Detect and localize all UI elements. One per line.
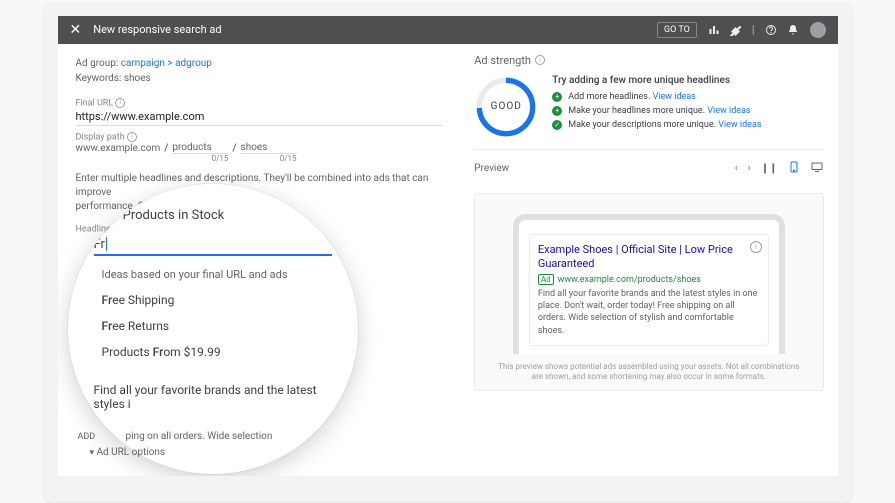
tip-row: + Add more headlines. View ideas xyxy=(552,92,761,102)
ad-description: Find all your favorite brands and the la… xyxy=(538,288,760,337)
idea-suggestion[interactable]: Free Shipping xyxy=(94,287,332,313)
preview-header: Preview ‹ › ❙❙ xyxy=(474,160,823,177)
strength-tips: Try adding a few more unique headlines +… xyxy=(552,75,761,134)
tools-icon[interactable] xyxy=(730,24,742,36)
ad-url-options-toggle[interactable]: ▾ Ad URL options xyxy=(90,447,166,458)
left-panel: Ad group: campaign > adgroup Keywords: s… xyxy=(58,44,461,476)
headline-3-input[interactable]: Fr xyxy=(94,237,332,256)
close-icon[interactable]: ✕ xyxy=(70,22,82,38)
info-icon[interactable]: i xyxy=(535,55,545,65)
view-ideas-link[interactable]: View ideas xyxy=(653,92,696,102)
adgroup-group-link[interactable]: adgroup xyxy=(175,58,212,69)
path2-input[interactable]: shoes 0/15 xyxy=(241,142,297,154)
view-ideas-link[interactable]: View ideas xyxy=(707,106,750,116)
add-headline-link[interactable]: ADD xyxy=(78,432,96,442)
tip-row: ✓ Make your descriptions more unique. Vi… xyxy=(552,120,761,130)
preview-label: Preview xyxy=(474,163,509,174)
tip-row: + Make your headlines more unique. View … xyxy=(552,106,761,116)
ad-info-icon[interactable]: i xyxy=(750,241,762,253)
ideas-label: Ideas based on your final URL and ads xyxy=(102,268,332,281)
mobile-icon[interactable] xyxy=(788,160,800,177)
laptop-frame: ✕ New responsive search ad GO TO | Ad gr… xyxy=(44,2,852,502)
avatar[interactable] xyxy=(810,22,826,38)
desktop-icon[interactable] xyxy=(810,161,824,176)
next-icon[interactable]: › xyxy=(748,163,751,174)
ad-url: www.example.com/products/shoes xyxy=(558,275,701,285)
ad-preview-card: i Example Shoes | Official Site | Low Pr… xyxy=(529,234,769,346)
idea-suggestion[interactable]: Free Returns xyxy=(94,313,332,339)
help-icon[interactable] xyxy=(765,24,777,36)
view-ideas-link[interactable]: View ideas xyxy=(718,120,761,130)
strength-value: GOOD xyxy=(474,75,538,139)
headline-2-display: New Products in Stock xyxy=(94,208,332,223)
prev-icon[interactable]: ‹ xyxy=(735,163,738,174)
adgroup-line: Ad group: campaign > adgroup xyxy=(76,58,443,69)
path1-input[interactable]: products 0/15 xyxy=(172,142,228,154)
main-content: Ad group: campaign > adgroup Keywords: s… xyxy=(58,44,838,476)
info-icon[interactable]: i xyxy=(127,132,137,142)
top-bar: ✕ New responsive search ad GO TO | xyxy=(58,16,838,44)
display-path-row: www.example.com / products 0/15 / shoes … xyxy=(76,142,443,154)
text-cursor xyxy=(106,237,107,251)
adgroup-campaign-link[interactable]: campaign xyxy=(121,58,165,69)
ad-title: Example Shoes | Official Site | Low Pric… xyxy=(538,243,760,272)
check-icon: ✓ xyxy=(552,120,562,130)
strength-gauge: GOOD xyxy=(474,75,538,139)
pause-icon[interactable]: ❙❙ xyxy=(761,163,778,174)
plus-icon: + xyxy=(552,92,562,102)
ad-strength-label: Ad strength i xyxy=(474,54,823,67)
final-url-input[interactable]: https://www.example.com xyxy=(76,108,443,126)
description-1-display: Find all your favorite brands and the la… xyxy=(94,383,332,411)
right-panel: Ad strength i GOOD Try adding a few more… xyxy=(460,44,837,476)
page-title: New responsive search ad xyxy=(93,23,657,36)
ad-badge: Ad xyxy=(538,274,554,285)
desc-peek: ping on all orders. Wide selection xyxy=(126,431,273,442)
info-icon[interactable]: i xyxy=(115,98,125,108)
reports-icon[interactable] xyxy=(708,24,720,36)
goto-button[interactable]: GO TO xyxy=(657,22,697,38)
final-url-label: Final URL i xyxy=(76,98,443,108)
divider: | xyxy=(752,23,755,36)
preview-frame: i Example Shoes | Official Site | Low Pr… xyxy=(474,193,823,392)
phone-mockup: i Example Shoes | Official Site | Low Pr… xyxy=(513,214,785,354)
preview-disclaimer: This preview shows potential ads assembl… xyxy=(485,362,812,383)
plus-icon: + xyxy=(552,106,562,116)
display-path-label: Display path i xyxy=(76,132,443,142)
idea-suggestion[interactable]: Products From $19.99 xyxy=(94,339,332,365)
notifications-icon[interactable] xyxy=(787,24,799,36)
keywords-line: Keywords: shoes xyxy=(76,73,443,84)
